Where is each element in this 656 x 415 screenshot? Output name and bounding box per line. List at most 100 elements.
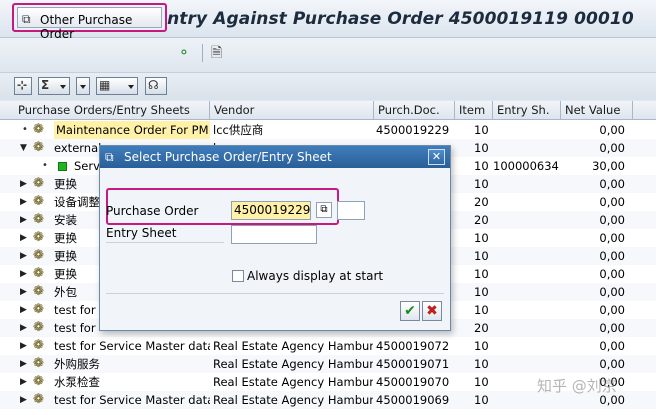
column-header-item[interactable]: Item — [455, 101, 493, 120]
row-item: 10 — [474, 357, 489, 371]
expand-node-icon[interactable]: ▶ — [20, 175, 27, 193]
application-toolbar — [0, 38, 656, 72]
row-item: 10 — [474, 267, 489, 281]
help-button[interactable]: ☊ — [145, 77, 167, 95]
expand-node-icon[interactable]: ▶ — [20, 211, 27, 229]
row-net-value: 0,00 — [599, 321, 625, 335]
column-header-purch-doc[interactable]: Purch.Doc. — [374, 101, 455, 120]
always-display-label: Always display at start — [247, 269, 384, 283]
sum-button[interactable]: Σ — [38, 77, 70, 95]
watermark: 知乎 @刘京 — [537, 377, 617, 395]
cancel-icon: ✖ — [426, 303, 438, 319]
row-net-value: 0,00 — [599, 123, 625, 137]
column-header-vendor[interactable]: Vendor — [210, 101, 374, 120]
purchase-order-icon: ❁ — [33, 266, 44, 281]
entry-sheet-input[interactable] — [231, 225, 317, 244]
row-net-value: 0,00 — [599, 267, 625, 281]
row-vendor: Real Estate Agency Hamburg — [213, 393, 373, 407]
expand-node-icon[interactable]: ▶ — [20, 373, 27, 391]
purchase-order-item-input[interactable] — [337, 201, 365, 220]
table-row[interactable]: ▶ ❁ 外购服务 Real Estate Agency Hamburg 45000190… — [0, 355, 656, 373]
row-vendor: Real Estate Agency Hamburg — [213, 339, 373, 353]
headset-icon: ☊ — [148, 78, 159, 92]
row-item: 10 — [474, 159, 489, 173]
row-item: 10 — [474, 339, 489, 353]
row-entry-sheet — [493, 211, 561, 229]
expand-node-icon[interactable]: ▶ — [20, 247, 27, 265]
row-net-value: 0,00 — [599, 249, 625, 263]
purchase-order-icon: ❁ — [33, 284, 44, 299]
expand-node-icon[interactable]: ▶ — [20, 319, 27, 337]
row-entry-sheet — [493, 229, 561, 247]
dialog-window-icon: ⧉ — [105, 150, 114, 164]
purchase-order-icon: ❁ — [33, 374, 44, 389]
dialog-divider — [106, 293, 444, 294]
column-header-net-value[interactable]: Net Value — [561, 101, 633, 120]
row-purch-doc: 4500019069 — [376, 393, 450, 407]
toolbar-separator — [202, 44, 203, 62]
row-entry-sheet — [493, 301, 561, 319]
row-item: 10 — [474, 285, 489, 299]
row-entry-sheet: 100000634 — [493, 159, 559, 173]
find-button[interactable]: ⊹ — [14, 77, 32, 95]
expand-node-icon[interactable]: ▶ — [20, 229, 27, 247]
row-entry-sheet — [493, 247, 561, 265]
row-net-value: 0,00 — [599, 195, 625, 209]
expand-node-icon[interactable]: ▶ — [20, 265, 27, 283]
row-entry-sheet — [493, 139, 561, 157]
sum-icon: Σ — [41, 78, 50, 92]
row-purch-doc: 4500019072 — [376, 339, 450, 353]
row-vendor: Real Estate Agency Hamburg — [213, 375, 373, 389]
row-item: 10 — [474, 123, 489, 137]
value-help-button[interactable]: ⧉ — [316, 202, 332, 218]
purchase-order-icon: ❁ — [33, 140, 44, 155]
close-icon: ✕ — [431, 150, 442, 163]
row-item: 10 — [474, 375, 489, 389]
row-net-value: 0,00 — [599, 177, 625, 191]
expand-node-icon[interactable]: ▶ — [20, 301, 27, 319]
select-po-dialog: ⧉ Select Purchase Order/Entry Sheet ✕ Pu… — [99, 145, 451, 331]
tree-leaf-icon: • — [42, 160, 48, 171]
table-row[interactable]: ▶ ❁ test for Service Master data Real Estat… — [0, 337, 656, 355]
row-net-value: 0,00 — [599, 285, 625, 299]
expand-node-icon[interactable]: ▶ — [20, 355, 27, 373]
row-net-value: 0,00 — [599, 303, 625, 317]
continue-button[interactable]: ✔ — [400, 301, 420, 321]
row-item: 10 — [474, 141, 489, 155]
row-description: test for Service Master data — [54, 339, 210, 353]
subtotal-dropdown[interactable] — [76, 77, 90, 95]
table-row[interactable]: • ❁ Maintenance Order For PM lcc供应商 45000192… — [0, 121, 656, 139]
layout-button[interactable]: ▦ — [96, 77, 138, 95]
new-document-icon[interactable]: 🗎 — [211, 46, 222, 60]
tree-leaf-icon: • — [22, 124, 28, 135]
purchase-order-icon: ❁ — [33, 212, 44, 227]
dropdown-arrow-icon — [128, 85, 134, 89]
row-item: 10 — [474, 177, 489, 191]
dialog-close-button[interactable]: ✕ — [428, 149, 445, 165]
purchase-order-icon: ❁ — [33, 230, 44, 245]
expand-node-icon[interactable]: ▶ — [20, 391, 27, 409]
purchase-order-input[interactable]: 4500019229 — [231, 201, 311, 220]
expand-node-icon[interactable]: ▶ — [20, 193, 27, 211]
display-change-icon[interactable]: ⚬ — [178, 46, 190, 60]
purchase-order-icon: ❁ — [33, 248, 44, 263]
dropdown-arrow-icon — [80, 85, 86, 89]
other-purchase-order-button[interactable]: ⧉ Other Purchase Order — [12, 3, 167, 41]
cancel-button[interactable]: ✖ — [422, 301, 442, 321]
column-header-entry-sheet[interactable]: Entry Sh. — [493, 101, 561, 120]
row-purch-doc: 4500019070 — [376, 375, 450, 389]
row-entry-sheet — [493, 283, 561, 301]
column-header-po[interactable]: Purchase Orders/Entry Sheets — [14, 101, 210, 120]
row-item: 20 — [474, 195, 489, 209]
always-display-checkbox[interactable] — [232, 270, 244, 282]
grid-header: Purchase Orders/Entry Sheets Vendor Purc… — [0, 101, 656, 120]
row-entry-sheet — [493, 121, 561, 139]
value-help-icon: ⧉ — [320, 204, 328, 215]
row-description: 水泵检查 — [54, 375, 100, 389]
expand-node-icon[interactable]: ▶ — [20, 283, 27, 301]
expand-node-icon[interactable]: ▶ — [20, 337, 27, 355]
row-entry-sheet — [493, 355, 561, 373]
row-vendor: lcc供应商 — [213, 123, 264, 137]
collapse-node-icon[interactable]: ▼ — [20, 139, 27, 157]
row-entry-sheet — [493, 175, 561, 193]
